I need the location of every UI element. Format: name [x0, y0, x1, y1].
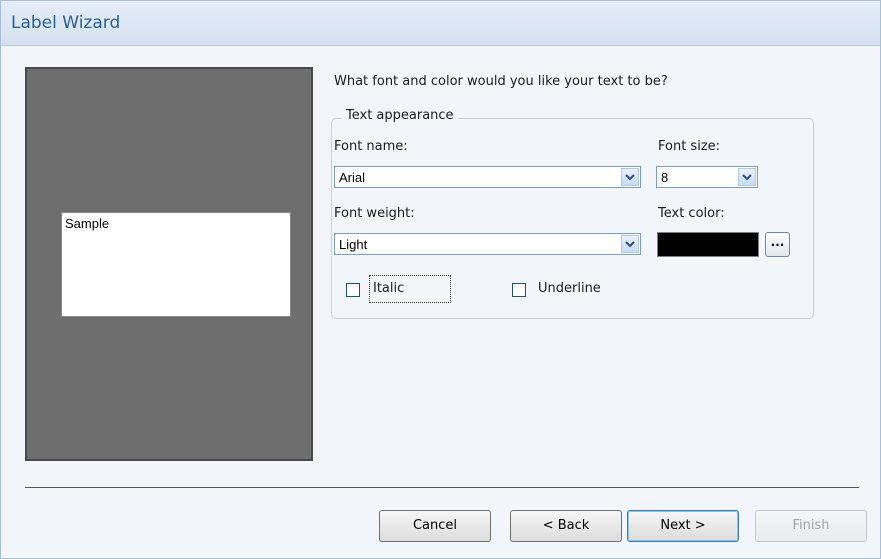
font-weight-label: Font weight:: [334, 206, 415, 221]
underline-label[interactable]: Underline: [538, 281, 601, 296]
focus-indicator: [369, 275, 451, 303]
text-color-label: Text color:: [658, 206, 725, 221]
text-color-swatch[interactable]: [657, 232, 759, 257]
font-weight-value: Light: [339, 237, 368, 252]
next-button[interactable]: Next >: [627, 510, 739, 542]
chevron-down-icon[interactable]: [621, 168, 639, 186]
sample-label-box: Sample: [61, 212, 291, 317]
font-size-value: 8: [661, 170, 669, 185]
font-size-select[interactable]: 8: [656, 166, 758, 188]
font-name-select[interactable]: Arial: [334, 166, 641, 188]
title-bar: Label Wizard: [1, 1, 880, 46]
font-name-label: Font name:: [334, 139, 408, 154]
finish-button[interactable]: Finish: [755, 510, 867, 542]
choose-color-button[interactable]: ...: [765, 232, 790, 257]
label-wizard-dialog: Label Wizard Sample What font and color …: [0, 0, 881, 559]
italic-checkbox[interactable]: [346, 283, 360, 297]
font-name-value: Arial: [339, 170, 366, 185]
cancel-button[interactable]: Cancel: [379, 510, 491, 542]
font-size-label: Font size:: [658, 139, 721, 154]
underline-checkbox[interactable]: [512, 283, 526, 297]
back-button[interactable]: < Back: [510, 510, 622, 542]
footer-divider: [25, 487, 859, 488]
sample-text: Sample: [65, 216, 110, 231]
wizard-question: What font and color would you like your …: [334, 74, 668, 89]
window-title: Label Wizard: [11, 13, 121, 33]
chevron-down-icon[interactable]: [621, 235, 639, 253]
chevron-down-icon[interactable]: [738, 168, 756, 186]
label-preview-panel: Sample: [25, 67, 313, 461]
group-legend: Text appearance: [342, 108, 458, 123]
font-weight-select[interactable]: Light: [334, 233, 641, 255]
